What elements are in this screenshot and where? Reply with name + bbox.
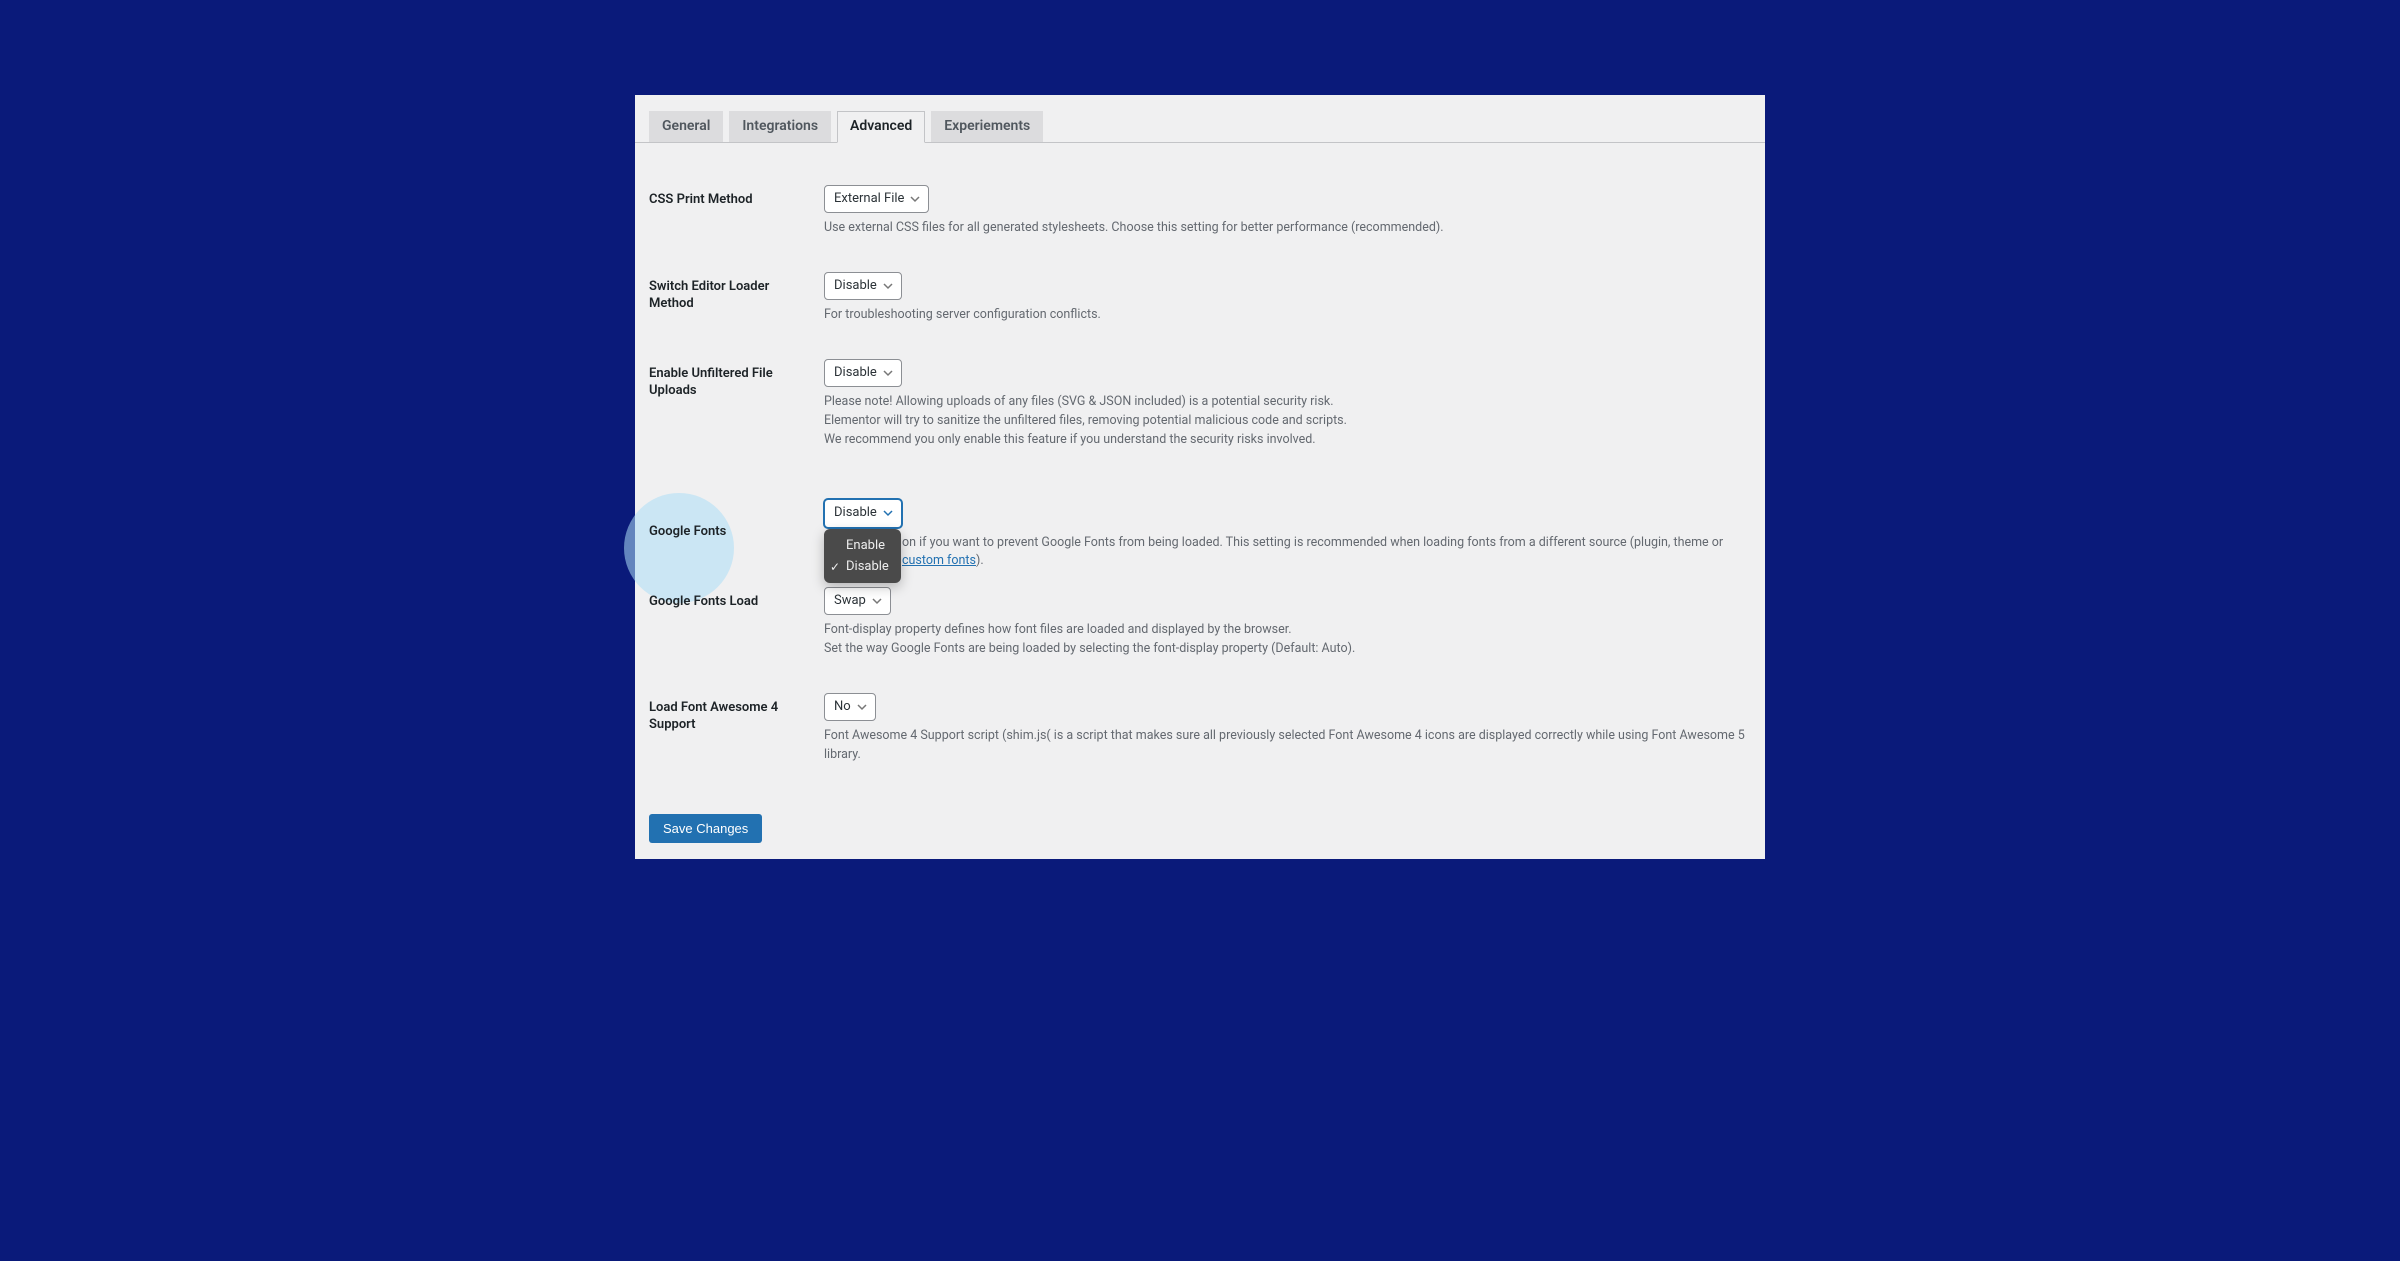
- control-google-fonts-load: Swap Font-display property defines how f…: [824, 587, 1751, 659]
- option-disable[interactable]: ✓ Disable: [824, 556, 901, 577]
- desc-google-fonts-part1: on if you want to prevent Google Fonts f…: [902, 535, 1723, 550]
- desc-unfiltered-line2: Elementor will try to sanitize the unfil…: [824, 413, 1347, 428]
- control-switch-editor: Disable For troubleshooting server confi…: [824, 272, 1751, 325]
- google-fonts-group: Google Fonts Disable Enable: [649, 471, 1751, 680]
- select-google-fonts[interactable]: Disable: [824, 499, 902, 527]
- desc-google-fonts-part2: ).: [976, 553, 984, 568]
- select-css-print[interactable]: External File: [824, 185, 929, 213]
- check-icon: ✓: [830, 560, 840, 574]
- chevron-down-icon: [910, 194, 920, 204]
- select-css-print-value: External File: [834, 190, 904, 208]
- control-google-fonts: Disable Enable ✓ Disable: [824, 499, 1751, 571]
- select-unfiltered-value: Disable: [834, 364, 877, 382]
- desc-unfiltered-line1: Please note! Allowing uploads of any fil…: [824, 394, 1334, 409]
- select-switch-editor[interactable]: Disable: [824, 272, 902, 300]
- select-fa4[interactable]: No: [824, 693, 876, 721]
- select-unfiltered[interactable]: Disable: [824, 359, 902, 387]
- row-unfiltered: Enable Unfiltered File Uploads Disable P…: [649, 347, 1751, 471]
- tabs-nav: General Integrations Advanced Experiemen…: [635, 95, 1765, 143]
- desc-gfl-line1: Font-display property defines how font f…: [824, 622, 1292, 637]
- label-fa4: Load Font Awesome 4 Support: [649, 693, 824, 734]
- desc-fa4: Font Awesome 4 Support script (shim.js( …: [824, 727, 1751, 765]
- desc-css-print: Use external CSS files for all generated…: [824, 219, 1751, 238]
- label-google-fonts-load: Google Fonts Load: [649, 587, 824, 611]
- chevron-down-icon: [883, 508, 893, 518]
- label-google-fonts: Google Fonts: [649, 499, 824, 541]
- option-enable[interactable]: Enable: [824, 535, 901, 556]
- desc-google-fonts-load: Font-display property defines how font f…: [824, 621, 1751, 659]
- chevron-down-icon: [883, 368, 893, 378]
- label-css-print: CSS Print Method: [649, 185, 824, 209]
- label-switch-editor: Switch Editor Loader Method: [649, 272, 824, 313]
- desc-unfiltered: Please note! Allowing uploads of any fil…: [824, 393, 1751, 449]
- select-google-fonts-value: Disable: [834, 504, 877, 522]
- row-google-fonts-load: Google Fonts Load Swap Font-display prop…: [649, 581, 1751, 681]
- tab-experiments[interactable]: Experiements: [931, 111, 1043, 142]
- select-google-fonts-load-value: Swap: [834, 592, 866, 610]
- select-switch-editor-value: Disable: [834, 277, 877, 295]
- dropdown-google-fonts: Enable ✓ Disable: [824, 529, 901, 583]
- tab-general[interactable]: General: [649, 111, 723, 142]
- chevron-down-icon: [883, 281, 893, 291]
- save-changes-button[interactable]: Save Changes: [649, 814, 762, 843]
- row-fa4: Load Font Awesome 4 Support No Font Awes…: [649, 681, 1751, 787]
- link-custom-fonts[interactable]: custom fonts: [902, 553, 976, 568]
- option-enable-label: Enable: [846, 538, 885, 553]
- control-fa4: No Font Awesome 4 Support script (shim.j…: [824, 693, 1751, 765]
- row-google-fonts: Google Fonts Disable Enable: [649, 471, 1751, 581]
- desc-unfiltered-line3: We recommend you only enable this featur…: [824, 432, 1316, 447]
- option-disable-label: Disable: [846, 559, 889, 574]
- tab-advanced[interactable]: Advanced: [837, 111, 925, 143]
- tab-integrations[interactable]: Integrations: [729, 111, 831, 142]
- settings-panel: General Integrations Advanced Experiemen…: [635, 95, 1765, 859]
- label-unfiltered: Enable Unfiltered File Uploads: [649, 359, 824, 400]
- select-fa4-value: No: [834, 698, 851, 716]
- control-css-print: External File Use external CSS files for…: [824, 185, 1751, 238]
- row-switch-editor: Switch Editor Loader Method Disable For …: [649, 260, 1751, 347]
- desc-google-fonts: on if you want to prevent Google Fonts f…: [824, 534, 1751, 572]
- select-google-fonts-load[interactable]: Swap: [824, 587, 891, 615]
- desc-gfl-line2: Set the way Google Fonts are being loade…: [824, 641, 1355, 656]
- chevron-down-icon: [857, 702, 867, 712]
- desc-switch-editor: For troubleshooting server configuration…: [824, 306, 1751, 325]
- control-unfiltered: Disable Please note! Allowing uploads of…: [824, 359, 1751, 449]
- chevron-down-icon: [872, 596, 882, 606]
- row-css-print: CSS Print Method External File Use exter…: [649, 173, 1751, 260]
- form-area: CSS Print Method External File Use exter…: [635, 143, 1765, 796]
